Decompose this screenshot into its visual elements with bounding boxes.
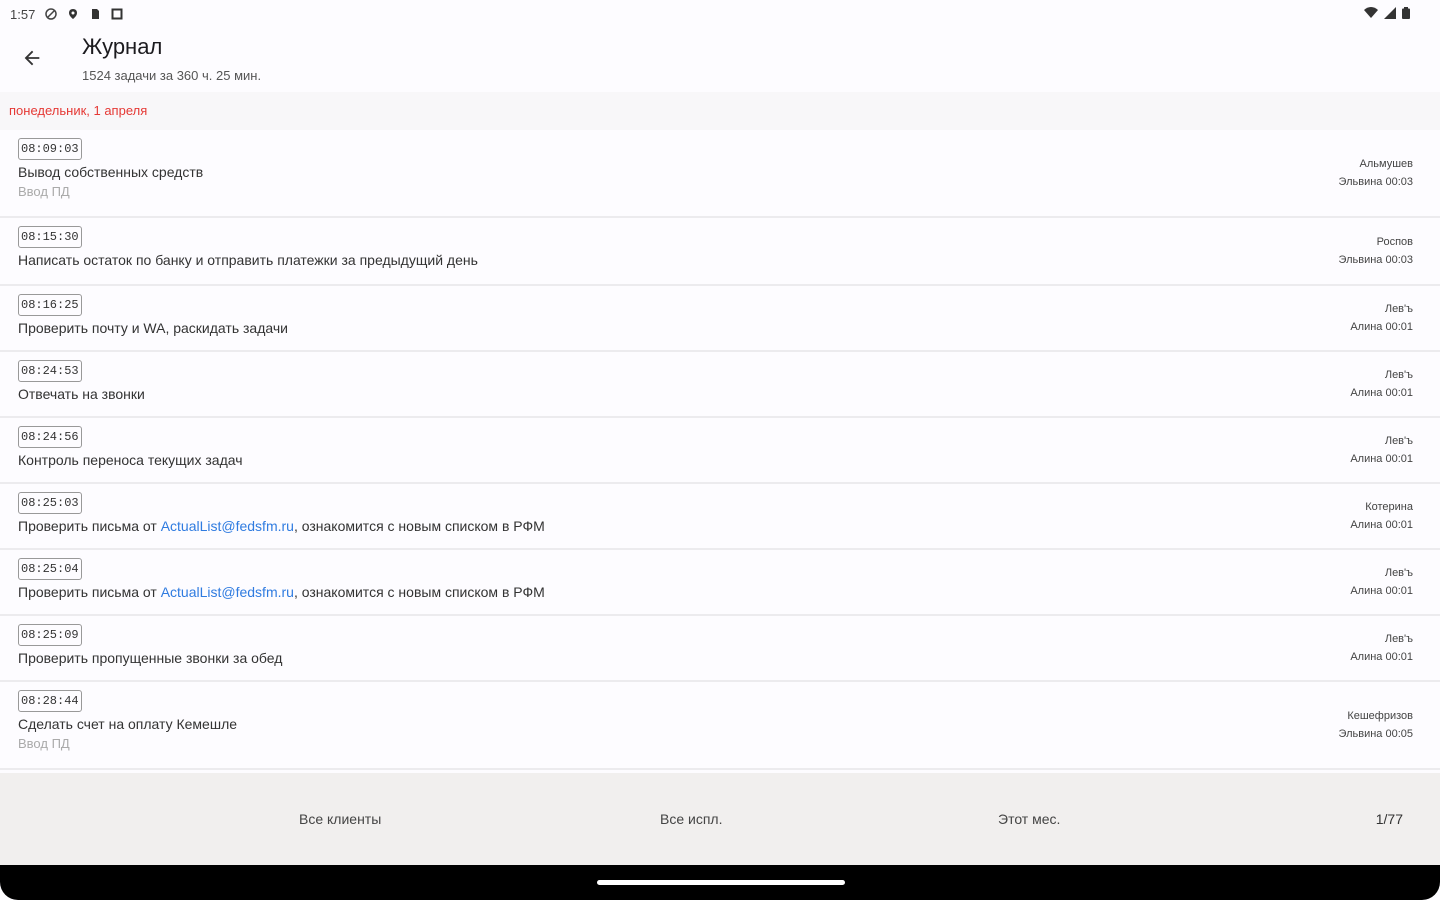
task-assignee: Лев'ъ bbox=[1384, 567, 1413, 579]
task-meta: Альмушев Эльвина 00:03 bbox=[1339, 155, 1413, 191]
task-title: Вывод собственных средств bbox=[18, 164, 204, 180]
task-row[interactable]: 08:28:44 Сделать счет на оплату Кемешле Вв… bbox=[0, 682, 1440, 770]
task-row[interactable]: 08:16:25 Проверить почту и WA, раскидать … bbox=[0, 286, 1440, 352]
task-meta: Кешефризов Эльвина 00:05 bbox=[1339, 707, 1413, 743]
task-time-chip: 08:25:03 bbox=[18, 492, 82, 514]
filter-clients-button[interactable]: Все клиенты bbox=[299, 811, 381, 827]
task-time-chip: 08:24:53 bbox=[18, 360, 82, 382]
status-time: 1:57 bbox=[10, 6, 36, 22]
task-assignee: Альмушев bbox=[1359, 158, 1413, 170]
location-icon bbox=[67, 8, 79, 20]
signal-icon bbox=[1384, 6, 1396, 22]
email-link[interactable]: ActualList@fedsfm.ru bbox=[161, 518, 294, 534]
app-bar: Журнал 1524 задачи за 360 ч. 25 мин. bbox=[0, 28, 1440, 92]
back-button[interactable] bbox=[14, 42, 50, 78]
task-row[interactable]: 08:15:30 Написать остаток по банку и отпр… bbox=[0, 218, 1440, 286]
task-title: Проверить письма от ActualList@fedsfm.ru… bbox=[18, 518, 1422, 534]
email-link[interactable]: ActualList@fedsfm.ru bbox=[161, 584, 294, 600]
task-meta: Лев'ъ Алина 00:01 bbox=[1350, 630, 1413, 666]
task-assignee: Лев'ъ bbox=[1384, 633, 1413, 645]
task-executor-duration: Алина 00:01 bbox=[1350, 651, 1413, 663]
task-assignee: Кешефризов bbox=[1347, 710, 1413, 722]
task-title-suffix: , ознакомится с новым списком в РФМ bbox=[293, 518, 545, 534]
system-navigation-bar bbox=[0, 865, 1440, 900]
task-assignee: Лев'ъ bbox=[1384, 369, 1413, 381]
dnd-icon bbox=[45, 8, 58, 20]
task-title: Написать остаток по банку и отправить пл… bbox=[18, 252, 478, 268]
task-executor-duration: Эльвина 00:05 bbox=[1338, 728, 1413, 740]
task-row[interactable]: 08:25:09 Проверить пропущенные звонки за … bbox=[0, 616, 1440, 682]
task-time-chip: 08:09:03 bbox=[18, 138, 82, 160]
page-subtitle: 1524 задачи за 360 ч. 25 мин. bbox=[82, 68, 262, 83]
wifi-icon bbox=[1364, 6, 1378, 22]
task-title: Проверить пропущенные звонки за обед bbox=[18, 650, 283, 666]
task-time-chip: 08:25:04 bbox=[18, 558, 82, 580]
task-title-prefix: Проверить письма от bbox=[18, 518, 161, 534]
arrow-back-icon bbox=[21, 47, 43, 74]
task-executor-duration: Эльвина 00:03 bbox=[1338, 176, 1413, 188]
task-title-prefix: Проверить письма от bbox=[18, 584, 161, 600]
task-meta: Лев'ъ Алина 00:01 bbox=[1350, 432, 1413, 468]
screenshot-icon bbox=[111, 8, 123, 20]
task-executor-duration: Алина 00:01 bbox=[1350, 519, 1413, 531]
task-executor-duration: Алина 00:01 bbox=[1350, 453, 1413, 465]
date-group-header: понедельник, 1 апреля bbox=[0, 92, 1440, 130]
task-title: Контроль переноса текущих задач bbox=[18, 452, 243, 468]
status-bar: 1:57 bbox=[0, 0, 1440, 28]
task-meta: Роспов Эльвина 00:03 bbox=[1339, 233, 1413, 269]
status-right bbox=[1364, 6, 1430, 22]
task-category: Ввод ПД bbox=[18, 184, 70, 199]
task-executor-duration: Алина 00:01 bbox=[1350, 387, 1413, 399]
task-assignee: Лев'ъ bbox=[1384, 303, 1413, 315]
task-title: Проверить письма от ActualList@fedsfm.ru… bbox=[18, 584, 1422, 600]
task-row[interactable]: 08:24:56 Контроль переноса текущих задач Л… bbox=[0, 418, 1440, 484]
task-row[interactable]: 08:25:04 Проверить письма от ActualList@f… bbox=[0, 550, 1440, 616]
task-row[interactable]: 08:24:53 Отвечать на звонки Лев'ъ Алина 00:… bbox=[0, 352, 1440, 418]
task-meta: Лев'ъ Алина 00:01 bbox=[1350, 300, 1413, 336]
task-assignee: Котерина bbox=[1365, 501, 1413, 513]
task-time-chip: 08:25:09 bbox=[18, 624, 82, 646]
filter-bar: Все клиенты Все испл. Этот мес. 1/77 bbox=[0, 773, 1440, 865]
task-time-chip: 08:28:44 bbox=[18, 690, 82, 712]
task-time-chip: 08:24:56 bbox=[18, 426, 82, 448]
task-executor-duration: Алина 00:01 bbox=[1350, 585, 1413, 597]
task-meta: Лев'ъ Алина 00:01 bbox=[1350, 564, 1413, 600]
task-list: 08:09:03 Вывод собственных средств Ввод ПД… bbox=[0, 130, 1440, 770]
page-title: Журнал bbox=[82, 34, 163, 59]
task-title: Сделать счет на оплату Кемешле bbox=[18, 716, 238, 732]
task-title: Отвечать на звонки bbox=[18, 386, 145, 402]
task-executor-duration: Алина 00:01 bbox=[1350, 321, 1413, 333]
page-indicator[interactable]: 1/77 bbox=[1376, 811, 1403, 827]
task-meta: Лев'ъ Алина 00:01 bbox=[1350, 366, 1413, 402]
status-left: 1:57 bbox=[10, 7, 123, 22]
home-gesture-handle[interactable] bbox=[597, 880, 845, 885]
battery-icon bbox=[1402, 6, 1410, 22]
task-assignee: Роспов bbox=[1376, 236, 1413, 248]
sim-card-icon bbox=[89, 8, 101, 20]
task-time-chip: 08:15:30 bbox=[18, 226, 82, 248]
task-time-chip: 08:16:25 bbox=[18, 294, 82, 316]
task-category: Ввод ПД bbox=[18, 736, 70, 751]
task-executor-duration: Эльвина 00:03 bbox=[1338, 254, 1413, 266]
task-assignee: Лев'ъ bbox=[1384, 435, 1413, 447]
filter-period-button[interactable]: Этот мес. bbox=[998, 811, 1060, 827]
task-row[interactable]: 08:09:03 Вывод собственных средств Ввод ПД… bbox=[0, 130, 1440, 218]
task-title-suffix: , ознакомится с новым списком в РФМ bbox=[293, 584, 545, 600]
task-meta: Котерина Алина 00:01 bbox=[1350, 498, 1413, 534]
task-title: Проверить почту и WA, раскидать задачи bbox=[18, 320, 288, 336]
filter-executors-button[interactable]: Все испл. bbox=[660, 811, 722, 827]
task-row[interactable]: 08:25:03 Проверить письма от ActualList@f… bbox=[0, 484, 1440, 550]
